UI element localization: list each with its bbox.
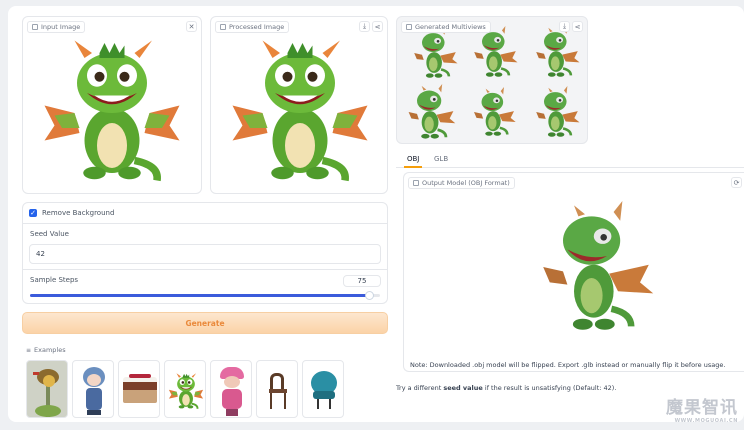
girl-face (224, 376, 240, 388)
list-icon: ≡ (26, 346, 32, 354)
slider-fill (30, 294, 370, 297)
output-note: Note: Downloaded .obj model will be flip… (410, 361, 726, 369)
remove-background-label: Remove Background (42, 209, 115, 217)
sample-steps-slider[interactable] (30, 291, 380, 300)
seed-tip: Try a different seed value if the result… (396, 384, 616, 392)
bird-belly (43, 375, 55, 387)
doll-body (86, 388, 102, 410)
example-pink-hat-girl[interactable] (210, 360, 252, 418)
girl-legs (226, 409, 238, 416)
input-dragon-image (37, 33, 187, 188)
seed-tip-prefix: Try a different (396, 384, 444, 392)
chair-leg-right (284, 393, 286, 409)
chair-leg-left (270, 393, 272, 409)
watermark-text: 魔果智讯 (666, 398, 738, 418)
doll-feet (87, 410, 101, 415)
app-window: Input Image ✕ Processed Image ⤓ ⋖ Genera… (8, 6, 744, 422)
processed-image-chip: Processed Image (215, 21, 290, 33)
3d-dragon-model (530, 187, 662, 347)
sample-steps-row: Sample Steps 75 (22, 270, 388, 304)
processed-image-panel: Processed Image ⤓ ⋖ (210, 16, 388, 194)
image-icon (406, 24, 412, 30)
examples-panel: ≡ Examples (22, 342, 388, 422)
clear-image-button[interactable]: ✕ (186, 21, 197, 32)
examples-label: Examples (34, 346, 66, 354)
dragon-thumbnail (167, 372, 205, 410)
chair-back (270, 373, 284, 389)
processed-dragon-image (225, 33, 375, 188)
seed-input[interactable]: 42 (29, 244, 381, 264)
watermark-logo: 魔果智讯 WWW.MOGUOAI.CN (666, 393, 738, 424)
example-teal-armchair[interactable] (302, 360, 344, 418)
girl-body (222, 389, 242, 409)
moss (35, 405, 61, 417)
example-anime-doll[interactable] (72, 360, 114, 418)
share-icon[interactable]: ⋖ (572, 21, 583, 32)
remove-background-checkbox[interactable]: ✓ (29, 209, 37, 217)
cake-bottom (123, 389, 157, 403)
seed-tip-suffix: if the result is unsatisfying (Default: … (482, 384, 617, 392)
armchair-base (313, 391, 335, 399)
share-icon[interactable]: ⋖ (372, 21, 383, 32)
multiviews-chip: Generated Multiviews (401, 21, 491, 33)
doll-face (87, 374, 101, 386)
multiview-1 (412, 25, 459, 79)
input-image-panel[interactable]: Input Image ✕ (22, 16, 202, 194)
multiview-5 (472, 85, 517, 137)
output-model-chip: Output Model (OBJ Format) (408, 177, 515, 189)
remove-background-row[interactable]: ✓ Remove Background (22, 202, 388, 224)
bird-beak (33, 372, 39, 375)
example-wooden-chair[interactable] (256, 360, 298, 418)
cake-middle (123, 381, 157, 390)
armchair-legs (317, 399, 331, 409)
seed-tip-bold: seed value (443, 384, 483, 392)
input-image-chip: Input Image (27, 21, 86, 33)
image-icon (32, 24, 38, 30)
output-tabs: OBJ GLB (396, 152, 744, 168)
download-icon[interactable]: ⤓ (359, 21, 370, 32)
cake-berries (129, 374, 151, 378)
multiview-6 (534, 84, 581, 138)
slider-knob[interactable] (364, 291, 374, 300)
seed-label: Seed Value (30, 230, 69, 238)
seed-row: Seed Value 42 (22, 224, 388, 270)
multiviews-panel: Generated Multiviews ⤓ ⋖ (396, 16, 588, 144)
example-bird-on-branch[interactable] (26, 360, 68, 418)
tab-glb[interactable]: GLB (434, 155, 448, 163)
cube-icon (413, 180, 419, 186)
watermark-subtext: WWW.MOGUOAI.CN (674, 418, 738, 424)
sample-steps-label: Sample Steps (30, 276, 79, 284)
sample-steps-number[interactable]: 75 (343, 275, 381, 287)
example-layered-cake[interactable] (118, 360, 160, 418)
reset-view-icon[interactable]: ⟳ (731, 177, 742, 188)
image-icon (220, 24, 226, 30)
tab-obj[interactable]: OBJ (404, 155, 423, 168)
example-green-dragon[interactable] (164, 360, 206, 418)
output-model-panel[interactable]: Output Model (OBJ Format) ⟳ Note: Downlo… (403, 172, 744, 372)
multiview-4 (407, 83, 457, 141)
generate-button[interactable]: Generate (22, 312, 388, 334)
download-icon[interactable]: ⤓ (559, 21, 570, 32)
